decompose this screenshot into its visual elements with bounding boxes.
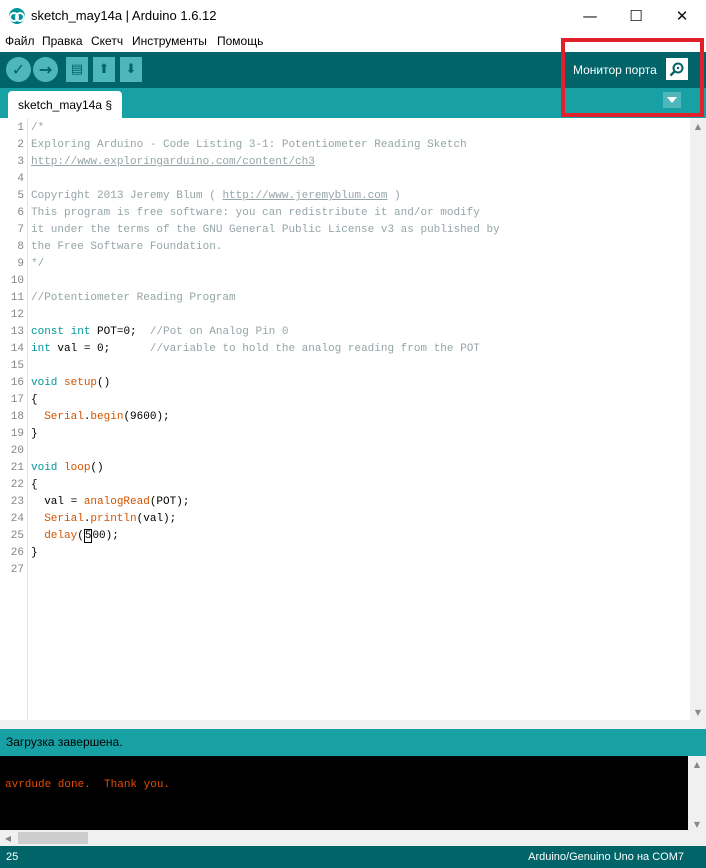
arrow-right-icon: →: [38, 60, 53, 79]
line-number: 26: [10, 547, 24, 559]
code-line[interactable]: Copyright 2013 Jeremy Blum ( http://www.…: [31, 190, 401, 202]
line-number: 16: [10, 377, 24, 389]
menu-sketch[interactable]: Скетч: [91, 34, 123, 48]
line-number: 20: [10, 445, 24, 457]
scroll-left-icon[interactable]: ◀: [0, 830, 16, 846]
line-number: 18: [10, 411, 24, 423]
code-line[interactable]: */: [31, 258, 44, 270]
scroll-thumb[interactable]: [18, 832, 88, 844]
minimize-button[interactable]: —: [567, 0, 613, 32]
code-line[interactable]: }: [31, 428, 38, 440]
new-button[interactable]: ▤: [66, 57, 88, 82]
code-line[interactable]: it under the terms of the GNU General Pu…: [31, 224, 500, 236]
line-number: 24: [10, 513, 24, 525]
console-text: avrdude done. Thank you.: [5, 779, 171, 791]
line-number: 19: [10, 428, 24, 440]
tab-sketch[interactable]: sketch_may14a §: [8, 91, 122, 118]
line-number: 1: [17, 122, 24, 134]
scroll-up-icon[interactable]: ▲: [690, 118, 706, 134]
console-vertical-scrollbar[interactable]: ▲ ▼: [688, 756, 706, 832]
code-editor[interactable]: 1 2 3 4 5 6 7 8 9 10 11 12 13 14 15 16 17 18 19 20 21 22 23 24 2…: [0, 118, 706, 720]
title-bar: sketch_may14a | Arduino 1.6.12 — ☐ ✕: [0, 0, 706, 32]
line-number: 10: [10, 275, 24, 287]
line-number: 6: [17, 207, 24, 219]
menu-help[interactable]: Помощь: [217, 34, 263, 48]
arrow-down-icon: ⬇: [125, 62, 137, 77]
code-line[interactable]: This program is free software: you can r…: [31, 207, 480, 219]
code-line[interactable]: val = analogRead(POT);: [31, 496, 189, 508]
line-number: 23: [10, 496, 24, 508]
scroll-corner: [688, 830, 706, 846]
code-line[interactable]: }: [31, 547, 38, 559]
code-line[interactable]: {: [31, 479, 38, 491]
line-number: 15: [10, 360, 24, 372]
console-horizontal-scrollbar[interactable]: ◀: [0, 830, 688, 846]
console-scroll-up-icon[interactable]: ▲: [688, 756, 706, 772]
current-line-number: 25: [6, 851, 19, 863]
check-icon: ✓: [11, 60, 26, 79]
code-line[interactable]: Exploring Arduino - Code Listing 3-1: Po…: [31, 139, 467, 151]
line-number: 3: [17, 156, 24, 168]
line-number: 7: [17, 224, 24, 236]
menu-file[interactable]: Файл: [5, 34, 35, 48]
code-line[interactable]: void setup(): [31, 377, 110, 389]
line-number: 2: [17, 139, 24, 151]
bottom-bar: 25 Arduino/Genuino Uno на COM7: [0, 846, 706, 868]
code-line[interactable]: //Potentiometer Reading Program: [31, 292, 236, 304]
line-number: 4: [17, 173, 24, 185]
line-number-gutter: 1 2 3 4 5 6 7 8 9 10 11 12 13 14 15 16 17 18 19 20 21 22 23 24 2…: [0, 118, 28, 720]
maximize-button[interactable]: ☐: [613, 0, 659, 32]
scroll-down-icon[interactable]: ▼: [690, 704, 706, 720]
line-number: 8: [17, 241, 24, 253]
code-line[interactable]: the Free Software Foundation.: [31, 241, 222, 253]
open-button[interactable]: ⬆: [93, 57, 115, 82]
line-number: 11: [10, 292, 24, 304]
panel-divider[interactable]: [0, 720, 706, 729]
line-number: 22: [10, 479, 24, 491]
arduino-logo-icon: [9, 8, 25, 24]
code-line[interactable]: delay(500);: [31, 529, 119, 543]
menu-tools[interactable]: Инструменты: [132, 34, 207, 48]
code-line[interactable]: Serial.begin(9600);: [31, 411, 169, 423]
new-file-icon: ▤: [70, 62, 84, 77]
line-number: 12: [10, 309, 24, 321]
line-number: 27: [10, 564, 24, 576]
line-number: 13: [10, 326, 24, 338]
code-line[interactable]: Serial.println(val);: [31, 513, 176, 525]
code-line[interactable]: void loop(): [31, 462, 104, 474]
code-line[interactable]: http://www.exploringarduino.com/content/…: [31, 156, 315, 168]
line-number: 25: [10, 530, 24, 542]
line-number: 17: [10, 394, 24, 406]
verify-button[interactable]: ✓: [6, 57, 31, 82]
code-line[interactable]: const int POT=0; //Pot on Analog Pin 0: [31, 326, 288, 338]
code-line[interactable]: int val = 0; //variable to hold the anal…: [31, 343, 480, 355]
close-button[interactable]: ✕: [659, 0, 705, 32]
line-number: 21: [10, 462, 24, 474]
code-line[interactable]: /*: [31, 122, 44, 134]
line-number: 9: [17, 258, 24, 270]
upload-button[interactable]: →: [33, 57, 58, 82]
editor-vertical-scrollbar[interactable]: ▲ ▼: [690, 118, 706, 720]
arrow-up-icon: ⬆: [98, 62, 110, 77]
highlight-box: [561, 38, 704, 117]
line-number: 14: [10, 343, 24, 355]
menu-edit[interactable]: Правка: [42, 34, 83, 48]
status-bar: Загрузка завершена.: [0, 729, 706, 756]
line-number: 5: [17, 190, 24, 202]
status-message: Загрузка завершена.: [6, 735, 123, 749]
window-title: sketch_may14a | Arduino 1.6.12: [31, 8, 217, 23]
code-line[interactable]: {: [31, 394, 38, 406]
board-port-info: Arduino/Genuino Uno на COM7: [528, 851, 684, 863]
save-button[interactable]: ⬇: [120, 57, 142, 82]
